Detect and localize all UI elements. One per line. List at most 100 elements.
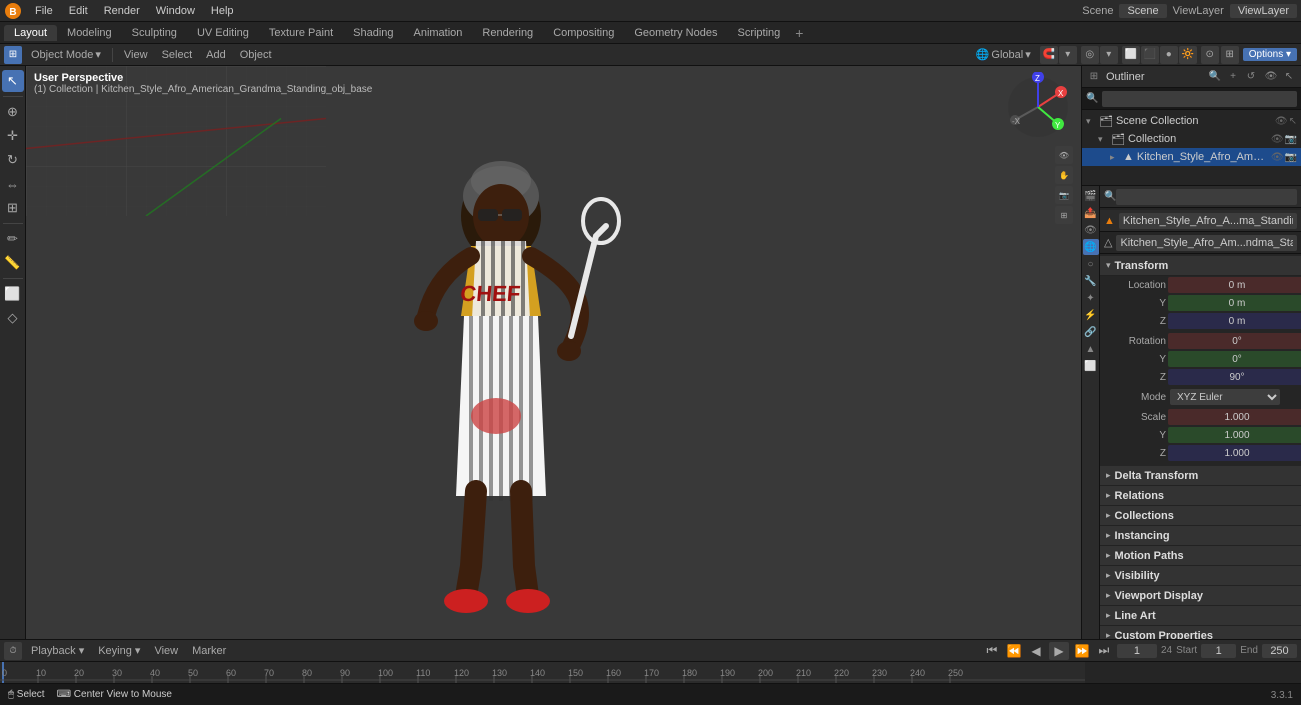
props-tab-scene[interactable]: 🌐: [1083, 239, 1099, 255]
timeline-ruler[interactable]: 0 10 20 30 40 50 60 70 80 90 100 110 120: [0, 662, 1301, 683]
jump-to-start[interactable]: ⏮: [983, 642, 1001, 660]
object-name-input[interactable]: [1119, 213, 1297, 229]
properties-search-input[interactable]: [1116, 189, 1297, 205]
props-tab-data[interactable]: ▲: [1083, 341, 1099, 357]
tab-sculpting[interactable]: Sculpting: [122, 25, 187, 41]
marker-menu[interactable]: Marker: [187, 644, 231, 658]
props-tab-modifier[interactable]: 🔧: [1083, 273, 1099, 289]
mesh-name-input[interactable]: [1116, 235, 1297, 251]
tab-compositing[interactable]: Compositing: [543, 25, 624, 41]
start-frame-input[interactable]: 1: [1201, 644, 1236, 658]
editor-type-icon[interactable]: ⊞: [4, 46, 22, 64]
menu-render[interactable]: Render: [97, 3, 147, 19]
timeline-type-icon[interactable]: ⏱: [4, 642, 22, 660]
tool-scale[interactable]: ⇔: [2, 173, 24, 195]
add-workspace-tab[interactable]: +: [790, 24, 808, 42]
3d-viewport[interactable]: CHEF: [26, 66, 1081, 639]
snap-dropdown[interactable]: ▾: [1059, 46, 1077, 64]
props-tab-particle[interactable]: ✦: [1083, 290, 1099, 306]
tool-transform[interactable]: ⊞: [2, 197, 24, 219]
render-object-icon[interactable]: 📷: [1285, 152, 1297, 163]
tree-collection[interactable]: ▾ 🗂 Collection 👁 📷: [1082, 130, 1301, 148]
rotation-x-input[interactable]: [1168, 333, 1301, 349]
tab-texture-paint[interactable]: Texture Paint: [259, 25, 343, 41]
step-back[interactable]: ⏪: [1005, 642, 1023, 660]
keying-menu[interactable]: Keying ▾: [93, 643, 145, 658]
select-icon[interactable]: ↖: [1289, 116, 1297, 127]
select-menu[interactable]: Select: [157, 48, 198, 62]
jump-to-end[interactable]: ⏭: [1095, 642, 1113, 660]
tool-measure[interactable]: 📏: [2, 252, 24, 274]
tree-scene-collection[interactable]: ▾ 🗂 Scene Collection 👁 ↖: [1082, 112, 1301, 130]
hide-icon[interactable]: 👁: [1275, 116, 1288, 127]
props-tab-material[interactable]: ⬜: [1083, 358, 1099, 374]
camera-perspective-toggle[interactable]: 👁: [1055, 146, 1073, 164]
object-mode-dropdown[interactable]: Object Mode ▾: [26, 47, 106, 62]
props-tab-view[interactable]: 👁: [1083, 222, 1099, 238]
outliner-search-input[interactable]: [1102, 91, 1297, 107]
props-tab-output[interactable]: 📤: [1083, 205, 1099, 221]
menu-help[interactable]: Help: [204, 3, 241, 19]
tab-modeling[interactable]: Modeling: [57, 25, 122, 41]
hand-tool[interactable]: ✋: [1055, 166, 1073, 184]
scale-y-input[interactable]: [1168, 427, 1301, 443]
material-preview[interactable]: ●: [1160, 46, 1178, 64]
proportional-dropdown[interactable]: ▾: [1100, 46, 1118, 64]
props-tab-render[interactable]: 🎬: [1083, 188, 1099, 204]
viewport-display-header[interactable]: ▸ Viewport Display: [1100, 586, 1301, 606]
location-z-input[interactable]: [1168, 313, 1301, 329]
current-frame[interactable]: 1: [1117, 644, 1157, 658]
tree-object-item[interactable]: ▸ ▲ Kitchen_Style_Afro_American_Gran 👁 📷: [1082, 148, 1301, 166]
menu-file[interactable]: File: [28, 3, 60, 19]
hide-object-icon[interactable]: 👁: [1271, 152, 1284, 163]
tool-cursor[interactable]: ⊕: [2, 101, 24, 123]
outliner-type-icon[interactable]: ⊞: [1086, 69, 1102, 85]
tab-shading[interactable]: Shading: [343, 25, 403, 41]
menu-window[interactable]: Window: [149, 3, 202, 19]
blender-logo[interactable]: B: [4, 2, 22, 20]
location-y-input[interactable]: [1168, 295, 1301, 311]
sync-icon[interactable]: ↺: [1243, 69, 1259, 85]
proportional-toggle[interactable]: ◎: [1081, 46, 1099, 64]
object-menu[interactable]: Object: [235, 48, 277, 62]
wireframe-mode[interactable]: ⬜: [1122, 46, 1140, 64]
rotation-mode-select[interactable]: XYZ Euler: [1170, 389, 1280, 405]
visibility-header[interactable]: ▸ Visibility: [1100, 566, 1301, 586]
snap-toggle[interactable]: 🧲: [1040, 46, 1058, 64]
play-reverse[interactable]: ◀: [1027, 642, 1045, 660]
collections-header[interactable]: ▸ Collections: [1100, 506, 1301, 526]
view-menu[interactable]: View: [119, 48, 153, 62]
select-column-icon[interactable]: ↖: [1281, 69, 1297, 85]
rotation-z-input[interactable]: [1168, 369, 1301, 385]
motion-paths-header[interactable]: ▸ Motion Paths: [1100, 546, 1301, 566]
hide-collection-icon[interactable]: 👁: [1271, 134, 1284, 145]
transform-dropdown[interactable]: 🌐 Global ▾: [971, 47, 1036, 62]
solid-mode[interactable]: ⬛: [1141, 46, 1159, 64]
navigation-gizmo[interactable]: X -X Y Z: [1003, 72, 1073, 142]
rotation-y-input[interactable]: [1168, 351, 1301, 367]
tool-select-box[interactable]: ↖: [2, 70, 24, 92]
props-tab-physics[interactable]: ⚡: [1083, 307, 1099, 323]
delta-transform-header[interactable]: ▸ Delta Transform: [1100, 466, 1301, 486]
tool-add-cube[interactable]: ⬜: [2, 283, 24, 305]
show-gizmos[interactable]: ⊞: [1221, 46, 1239, 64]
camera-view[interactable]: 📷: [1055, 186, 1073, 204]
custom-properties-header[interactable]: ▸ Custom Properties: [1100, 626, 1301, 639]
filter-icon[interactable]: 🔍: [1207, 69, 1223, 85]
location-x-input[interactable]: [1168, 277, 1301, 293]
tool-annotate[interactable]: ✏: [2, 228, 24, 250]
tool-rotate[interactable]: ↻: [2, 149, 24, 171]
line-art-header[interactable]: ▸ Line Art: [1100, 606, 1301, 626]
props-tab-object[interactable]: ○: [1083, 256, 1099, 272]
tool-add-object[interactable]: ◇: [2, 307, 24, 329]
hide-column-icon[interactable]: 👁: [1263, 69, 1279, 85]
play-pause[interactable]: ▶: [1049, 642, 1069, 660]
tab-rendering[interactable]: Rendering: [472, 25, 543, 41]
scale-z-input[interactable]: [1168, 445, 1301, 461]
tab-layout[interactable]: Layout: [4, 25, 57, 41]
tab-uv-editing[interactable]: UV Editing: [187, 25, 259, 41]
view-timeline-menu[interactable]: View: [149, 644, 183, 658]
add-menu[interactable]: Add: [201, 48, 231, 62]
new-collection-icon[interactable]: +: [1225, 69, 1241, 85]
rendered-mode[interactable]: 🔆: [1179, 46, 1197, 64]
